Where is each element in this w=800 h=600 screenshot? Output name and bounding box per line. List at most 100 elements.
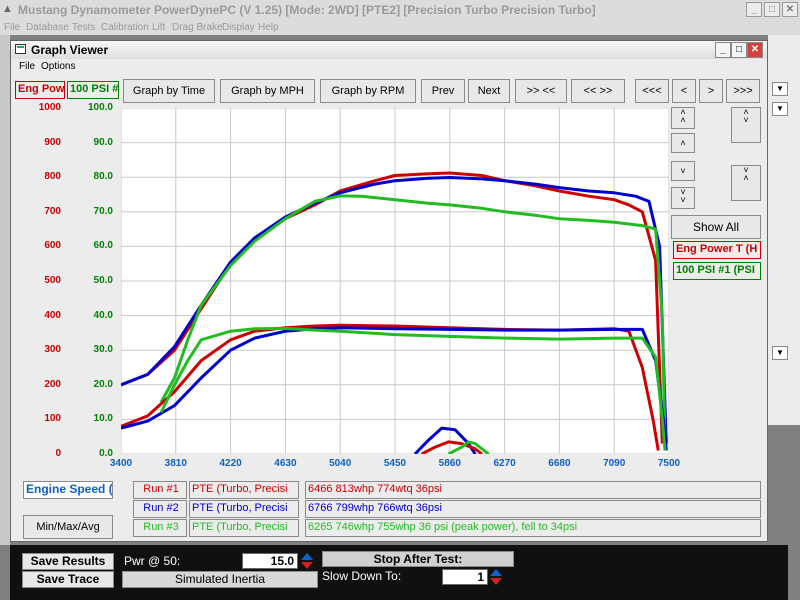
app-icon: ▲ <box>2 3 13 15</box>
x-tick-label: 4220 <box>219 458 242 469</box>
y-right-tick-label: 20.0 <box>93 378 113 390</box>
run-3-name: PTE (Turbo, Precisi <box>189 519 299 537</box>
run-1-summary: 6466 813whp 774wtq 36psi <box>305 481 761 499</box>
save-results-button[interactable]: Save Results <box>22 553 114 570</box>
graph-viewer-window: Graph Viewer _ □ ✕ File Options Eng Pow … <box>10 40 768 542</box>
graph-viewer-title-bar: Graph Viewer _ □ ✕ <box>11 41 767 59</box>
x-tick-label: 3810 <box>164 458 187 469</box>
y-right-tick-label: 90.0 <box>93 136 113 148</box>
right-channel-select[interactable]: 100 PSI # <box>67 81 119 99</box>
next-button[interactable]: Next <box>468 79 510 103</box>
menu-calibration[interactable]: Calibration <box>101 22 149 33</box>
y-right-tick-label: 50.0 <box>93 275 113 286</box>
legend-red-channel: Eng Power T (H <box>673 241 761 259</box>
graph-by-mph-button[interactable]: Graph by MPH <box>220 79 315 103</box>
y-right-tick-label: 30.0 <box>93 344 113 356</box>
dropdown-arrow-1[interactable]: ▼ <box>772 82 788 96</box>
zoom-out-button[interactable]: << >> <box>571 79 625 103</box>
zoom-y-in-icon[interactable]: ˅ ˄ <box>731 165 761 201</box>
scroll-far-right-button[interactable]: >>> <box>726 79 760 103</box>
menu-file[interactable]: File <box>4 22 20 33</box>
zoom-in-button[interactable]: >> << <box>515 79 567 103</box>
y-left-tick-label: 800 <box>44 171 61 183</box>
gv-menu-file[interactable]: File <box>19 61 35 72</box>
gv-minimize-button[interactable]: _ <box>715 42 731 58</box>
y-left-tick-label: 500 <box>44 275 61 286</box>
menu-help[interactable]: Help <box>258 22 279 33</box>
slow-down-value-field[interactable]: 1 <box>442 569 488 585</box>
scale-up-icon[interactable]: ˄ <box>671 133 695 153</box>
x-channel-select[interactable]: Engine Speed (F <box>23 481 113 499</box>
dropdown-arrow-3[interactable]: ▼ <box>772 346 788 360</box>
graph-viewer-title: Graph Viewer <box>31 43 109 57</box>
app-close-button[interactable]: ✕ <box>782 2 798 17</box>
x-tick-label: 5450 <box>383 458 407 469</box>
scale-down-icon[interactable]: ˅ <box>671 161 695 181</box>
slow-down-label: Slow Down To: <box>322 569 402 583</box>
x-tick-label: 4630 <box>274 458 297 469</box>
menu-drag-brake[interactable]: Drag Brake <box>172 22 223 33</box>
run-3-summary: 6265 746whp 755whp 36 psi (peak power), … <box>305 519 761 537</box>
scroll-far-left-button[interactable]: <<< <box>635 79 669 103</box>
left-channel-select[interactable]: Eng Pow <box>15 81 65 99</box>
dropdown-arrow-2[interactable]: ▼ <box>772 102 788 116</box>
scale-down-fast-icon[interactable]: ˅ ˅ <box>671 187 695 209</box>
y-right-tick-label: 10.0 <box>93 413 113 425</box>
scroll-left-button[interactable]: < <box>672 79 696 103</box>
menu-database[interactable]: Database <box>26 22 69 33</box>
zoom-y-out-icon[interactable]: ˄ ˅ <box>731 107 761 143</box>
x-tick-label: 3400 <box>109 458 133 469</box>
run-1-name: PTE (Turbo, Precisi <box>189 481 299 499</box>
y-right-tick-label: 100.0 <box>87 102 113 113</box>
graph-viewer-menu: File Options <box>11 59 767 74</box>
app-maximize-button[interactable]: □ <box>764 2 780 17</box>
dyno-chart <box>121 108 669 454</box>
app-minimize-button[interactable]: _ <box>746 2 762 17</box>
y-left-tick-label: 300 <box>44 344 61 356</box>
graph-by-rpm-button[interactable]: Graph by RPM <box>320 79 416 103</box>
x-tick-label: 6270 <box>493 458 516 469</box>
y-left-tick-label: 600 <box>44 240 61 252</box>
app-title-bar: ▲ Mustang Dynamometer PowerDynePC (V 1.2… <box>0 0 800 20</box>
x-tick-label: 5040 <box>329 458 352 469</box>
graph-icon <box>15 44 26 54</box>
gv-close-button[interactable]: ✕ <box>747 42 763 58</box>
menu-lift[interactable]: Lift <box>152 22 165 33</box>
x-tick-label: 6680 <box>548 458 571 469</box>
y-left-tick-label: 700 <box>44 205 61 217</box>
y-left-tick-label: 100 <box>44 413 61 425</box>
y-left-tick-label: 1000 <box>38 102 61 113</box>
y-left-tick-label: 0 <box>55 448 61 459</box>
gv-menu-options[interactable]: Options <box>41 61 75 72</box>
app-title: Mustang Dynamometer PowerDynePC (V 1.25)… <box>18 3 596 17</box>
scroll-right-button[interactable]: > <box>699 79 723 103</box>
app-menu-bar: File Database Tests Calibration Lift Dra… <box>0 20 800 35</box>
run-2-label[interactable]: Run #2 <box>133 500 187 518</box>
pwr-value-field[interactable]: 15.0 <box>242 553 298 569</box>
run-2-summary: 6766 799whp 766wtq 36psi <box>305 500 761 518</box>
min-max-avg-button[interactable]: Min/Max/Avg <box>23 515 113 539</box>
run-3-label[interactable]: Run #3 <box>133 519 187 537</box>
y-right-tick-label: 80.0 <box>93 171 113 183</box>
show-all-button[interactable]: Show All <box>671 215 761 239</box>
bottom-control-panel: Save Results Save Trace Pwr @ 50: 15.0 S… <box>10 545 788 600</box>
y-right-tick-label: 70.0 <box>93 205 113 217</box>
run-2-name: PTE (Turbo, Precisi <box>189 500 299 518</box>
slow-down-spinner-icon[interactable] <box>490 569 502 585</box>
menu-tests[interactable]: Tests <box>72 22 95 33</box>
scale-up-fast-icon[interactable]: ˄ ˄ <box>671 107 695 129</box>
x-tick-label: 7090 <box>603 458 626 469</box>
y-left-tick-label: 400 <box>44 309 61 321</box>
pwr-spinner-icon[interactable] <box>301 553 313 569</box>
save-trace-button[interactable]: Save Trace <box>22 571 114 588</box>
y-left-tick-label: 900 <box>44 136 61 148</box>
menu-display[interactable]: Display <box>222 22 255 33</box>
stop-after-test-button[interactable]: Stop After Test: <box>322 551 514 567</box>
gv-maximize-button[interactable]: □ <box>731 42 747 58</box>
pwr-label: Pwr @ 50: <box>124 554 181 568</box>
prev-button[interactable]: Prev <box>421 79 465 103</box>
graph-by-time-button[interactable]: Graph by Time <box>123 79 215 103</box>
legend-green-channel: 100 PSI #1 (PSI <box>673 262 761 280</box>
run-1-label[interactable]: Run #1 <box>133 481 187 499</box>
simulated-inertia-button[interactable]: Simulated Inertia <box>122 571 318 588</box>
